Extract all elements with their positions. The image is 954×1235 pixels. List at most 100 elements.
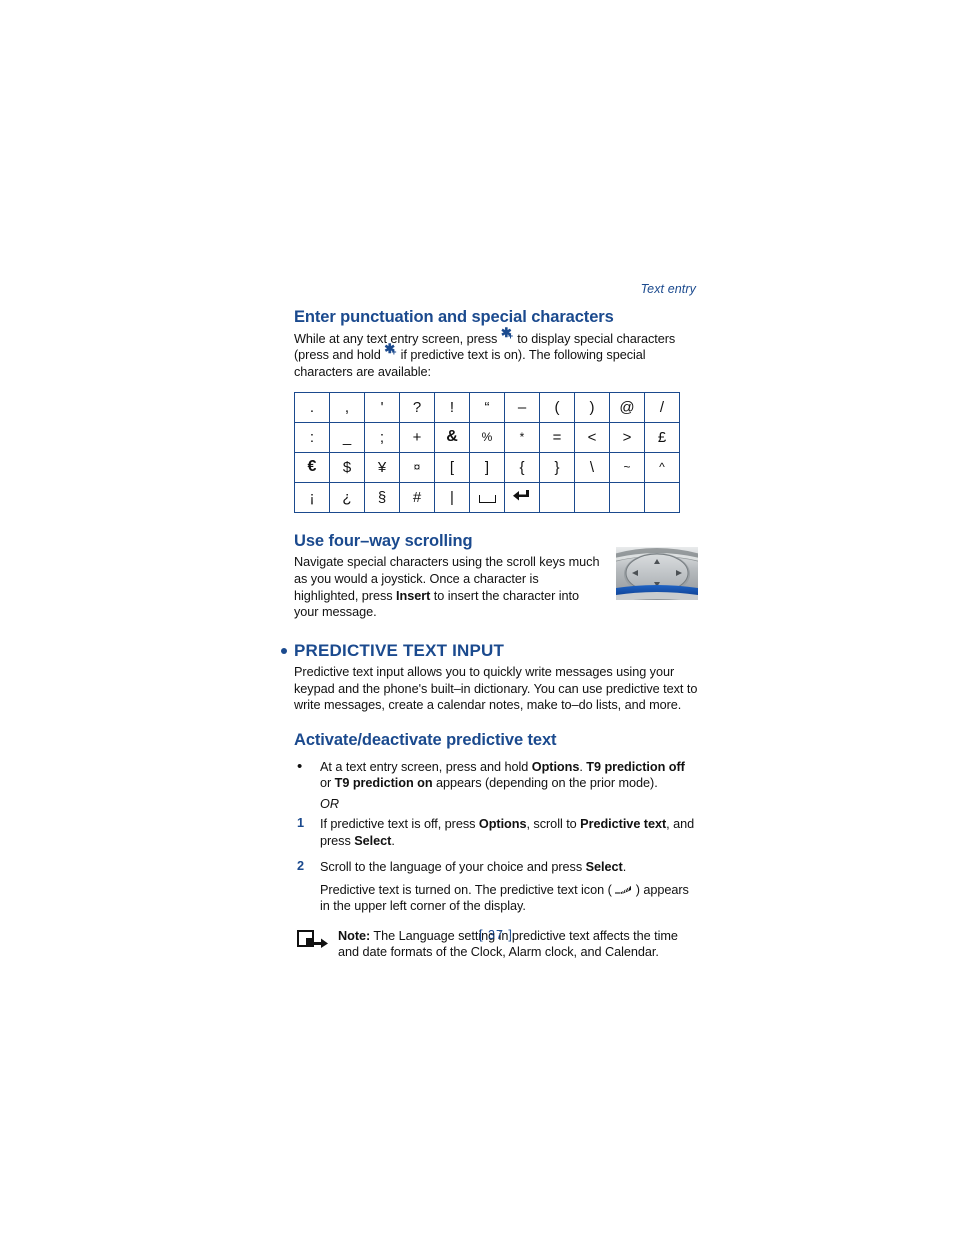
star-plus-key-icon: ✱ + <box>384 341 397 358</box>
running-head: Text entry <box>640 282 696 296</box>
char-cell: § <box>364 481 400 513</box>
step1-bold-options: Options <box>478 816 527 831</box>
char-cell: “ <box>469 391 505 423</box>
step-1-text: If predictive text is off, press Options… <box>320 816 698 849</box>
char-table-body: .,'?!“–()@/:_;+&%*=<>£€$¥¤[]{}\~^¡¿§#|↵ <box>294 391 680 513</box>
char-cell: – <box>504 391 540 423</box>
char-cell: . <box>294 391 330 423</box>
char-cell: ¡ <box>294 481 330 513</box>
bullet-marker: • <box>297 757 303 775</box>
step2-part1: Scroll to the language of your choice an… <box>320 860 586 875</box>
step-1-marker: 1 <box>297 815 305 830</box>
char-cell: ( <box>539 391 575 423</box>
step1-bold-predictive-text: Predictive text <box>580 816 667 831</box>
char-cell: ? <box>399 391 435 423</box>
bullet-bold-options: Options <box>531 759 580 774</box>
page-number: [ 37 ] <box>479 928 513 942</box>
char-cell: / <box>644 391 680 423</box>
char-cell: £ <box>644 421 680 453</box>
char-cell: ' <box>364 391 400 423</box>
char-cell: } <box>539 451 575 483</box>
page-content: Enter punctuation and special characters… <box>281 308 698 961</box>
predictive-text-icon-glyph <box>615 885 632 894</box>
predictive-icon-paragraph: Predictive text is turned on. The predic… <box>320 882 698 915</box>
char-cell: ¤ <box>399 451 435 483</box>
bullet-bold-t9-off: T9 prediction off <box>586 759 685 774</box>
list-item-bullet: • At a text entry screen, press and hold… <box>294 757 698 792</box>
scrolling-paragraph: Navigate special characters using the sc… <box>294 554 602 620</box>
punctuation-intro-paragraph: While at any text entry screen, press ✱ +… <box>294 324 698 381</box>
char-cell: : <box>294 421 330 453</box>
char-cell: { <box>504 451 540 483</box>
step2-bold-select: Select <box>585 860 623 875</box>
char-table-row: : _; + &% * = < > £ <box>294 421 680 453</box>
scrolling-text-column: Navigate special characters using the sc… <box>294 554 602 620</box>
step1-part2: , scroll to <box>526 816 581 831</box>
char-cell: + <box>399 421 435 453</box>
char-cell-space-bar <box>469 481 505 513</box>
document-page: Text entry Enter punctuation and special… <box>0 0 954 1235</box>
list-item-step-1: 1 If predictive text is off, press Optio… <box>294 816 698 849</box>
step-2-followup-paragraph: Predictive text is turned on. The predic… <box>294 882 698 915</box>
char-cell: % <box>469 421 505 453</box>
char-cell: ^ <box>644 451 680 483</box>
char-cell: ~ <box>609 451 645 483</box>
char-cell: , <box>329 391 365 423</box>
phone-scroll-key-photo <box>616 546 698 600</box>
or-separator: OR <box>320 796 340 811</box>
char-cell-return-key: ↵ <box>504 481 540 513</box>
char-cell: # <box>399 481 435 513</box>
predictive-text-status-icon <box>615 883 632 894</box>
char-cell: € <box>294 451 330 483</box>
char-cell: < <box>574 421 610 453</box>
char-cell-empty <box>574 481 610 513</box>
bullet-part1: At a text entry screen, press and hold <box>320 759 532 774</box>
char-cell: $ <box>329 451 365 483</box>
char-cell: ¿ <box>329 481 365 513</box>
char-cell: * <box>504 421 540 453</box>
char-cell: ! <box>434 391 470 423</box>
char-cell: [ <box>434 451 470 483</box>
char-table-row: ¡¿§#| ↵ <box>294 481 680 513</box>
bullet-text: At a text entry screen, press and hold O… <box>320 759 698 792</box>
section-bullet-icon <box>281 647 287 654</box>
scrolling-bold-insert: Insert <box>396 588 431 603</box>
space-bar-glyph <box>478 495 496 504</box>
step-2-marker: 2 <box>297 859 305 874</box>
char-cell-empty <box>609 481 645 513</box>
scroll-key-illustration <box>616 546 698 600</box>
bullet-part3: or <box>320 776 335 791</box>
char-cell: > <box>609 421 645 453</box>
special-characters-table: .,'?!“–()@/:_;+&%*=<>£€$¥¤[]{}\~^¡¿§#|↵ <box>294 391 680 513</box>
bullet-bold-t9-on: T9 prediction on <box>334 776 433 791</box>
step1-part4: . <box>391 833 395 848</box>
heading-predictive-text-input: PREDICTIVE TEXT INPUT <box>294 640 505 660</box>
char-cell: ) <box>574 391 610 423</box>
step1-part1: If predictive text is off, press <box>320 816 479 831</box>
char-cell: | <box>434 481 470 513</box>
four-way-scrolling-block: Use four–way scrolling Navigate special … <box>294 532 698 621</box>
char-cell: & <box>434 421 470 453</box>
heading-enter-punctuation: Enter punctuation and special characters <box>294 308 614 326</box>
step1-bold-select: Select <box>354 833 392 848</box>
predictive-text-input-heading-row: PREDICTIVE TEXT INPUT <box>281 640 698 661</box>
char-cell: \ <box>574 451 610 483</box>
star-plus-key-icon: ✱ + <box>500 324 514 341</box>
char-cell: ¥ <box>364 451 400 483</box>
char-cell: ; <box>364 421 400 453</box>
step2-part2: . <box>622 860 627 875</box>
list-item-step-2: 2 Scroll to the language of your choice … <box>294 859 698 876</box>
bullet-part4: appears (depending on the prior mode). <box>432 776 658 791</box>
step-2-text: Scroll to the language of your choice an… <box>320 859 698 876</box>
return-key-glyph: ↵ <box>513 489 531 503</box>
step2-note-part1: Predictive text is turned on. The predic… <box>320 882 616 897</box>
char-table-row: ., '?! “–() @ / <box>294 391 680 423</box>
char-cell: = <box>539 421 575 453</box>
char-cell-empty <box>539 481 575 513</box>
heading-activate-deactivate: Activate/deactivate predictive text <box>294 730 557 749</box>
char-cell: @ <box>609 391 645 423</box>
predictive-text-paragraph: Predictive text input allows you to quic… <box>294 665 698 713</box>
char-table-row: € $ ¥ ¤[]{} \ ~ ^ <box>294 451 680 483</box>
char-cell: ] <box>469 451 505 483</box>
punctuation-intro-part1: While at any text entry screen, press <box>294 331 501 346</box>
